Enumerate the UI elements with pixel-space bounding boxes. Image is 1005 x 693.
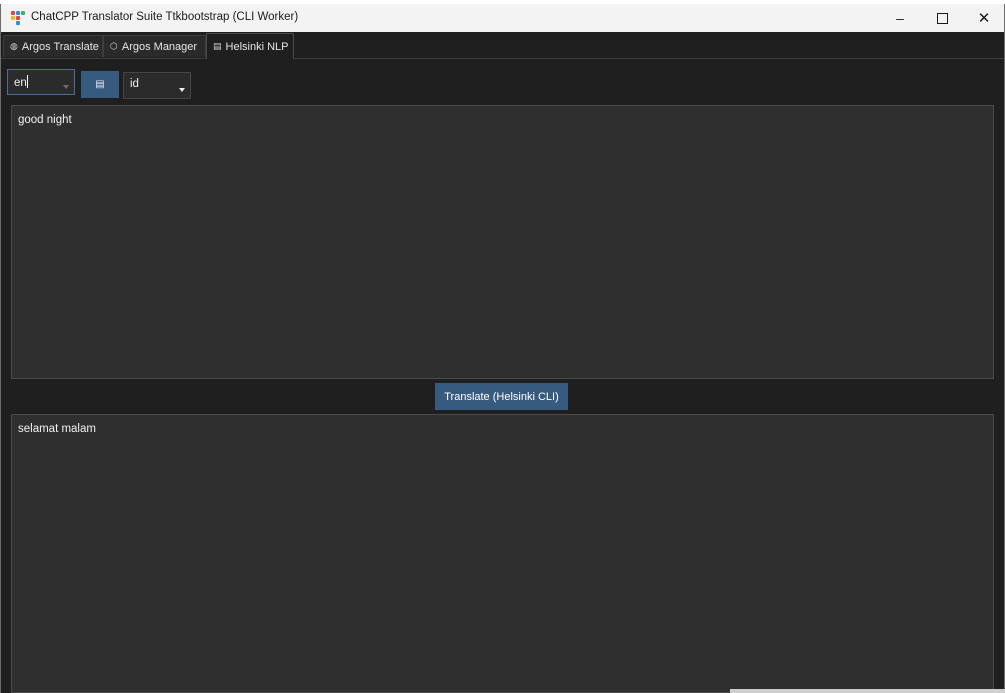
tab-argos-manager[interactable]: ⬡ Argos Manager	[103, 35, 206, 57]
app-window: ChatCPP Translator Suite Ttkbootstrap (C…	[0, 4, 1005, 693]
floppy-icon: ▤	[213, 41, 222, 51]
maximize-button[interactable]	[920, 4, 964, 32]
source-language-value: en	[14, 77, 27, 89]
package-icon: ⬡	[110, 41, 118, 51]
taskbar-edge	[730, 689, 1005, 693]
window-title: ChatCPP Translator Suite Ttkbootstrap (C…	[31, 11, 299, 23]
tab-label: Argos Manager	[121, 40, 198, 53]
app-logo-icon	[10, 10, 26, 26]
tab-helsinki-nlp[interactable]: ▤ Helsinki NLP	[206, 33, 294, 59]
output-text: selamat malam	[18, 423, 96, 435]
title-bar[interactable]: ChatCPP Translator Suite Ttkbootstrap (C…	[1, 4, 1004, 33]
source-text: good night	[18, 114, 72, 126]
maximize-icon	[936, 12, 948, 24]
output-text-area[interactable]: selamat malam	[11, 414, 994, 693]
text-cursor	[26, 75, 28, 88]
target-language-select[interactable]: id	[123, 72, 191, 99]
source-text-area[interactable]: good night	[11, 105, 994, 379]
globe-icon: ◍	[10, 41, 18, 51]
source-language-select[interactable]: en	[7, 69, 75, 95]
swap-icon: ▤	[95, 79, 105, 90]
minimize-button[interactable]: –	[878, 4, 922, 32]
notebook-tabs: ◍ Argos Translate ⬡ Argos Manager ▤ Hels…	[1, 32, 1004, 59]
close-icon: ✕	[977, 10, 991, 27]
close-button[interactable]: ✕	[962, 4, 1004, 32]
tab-label: Argos Translate	[21, 40, 99, 53]
chevron-down-icon	[179, 88, 185, 92]
translate-button[interactable]: Translate (Helsinki CLI)	[435, 383, 568, 410]
tab-label: Helsinki NLP	[225, 40, 289, 53]
chevron-down-icon	[63, 85, 69, 89]
tab-argos-translate[interactable]: ◍ Argos Translate	[3, 35, 103, 57]
swap-languages-button[interactable]: ▤	[81, 71, 119, 98]
minimize-icon: –	[896, 10, 904, 26]
target-language-value: id	[130, 78, 139, 90]
